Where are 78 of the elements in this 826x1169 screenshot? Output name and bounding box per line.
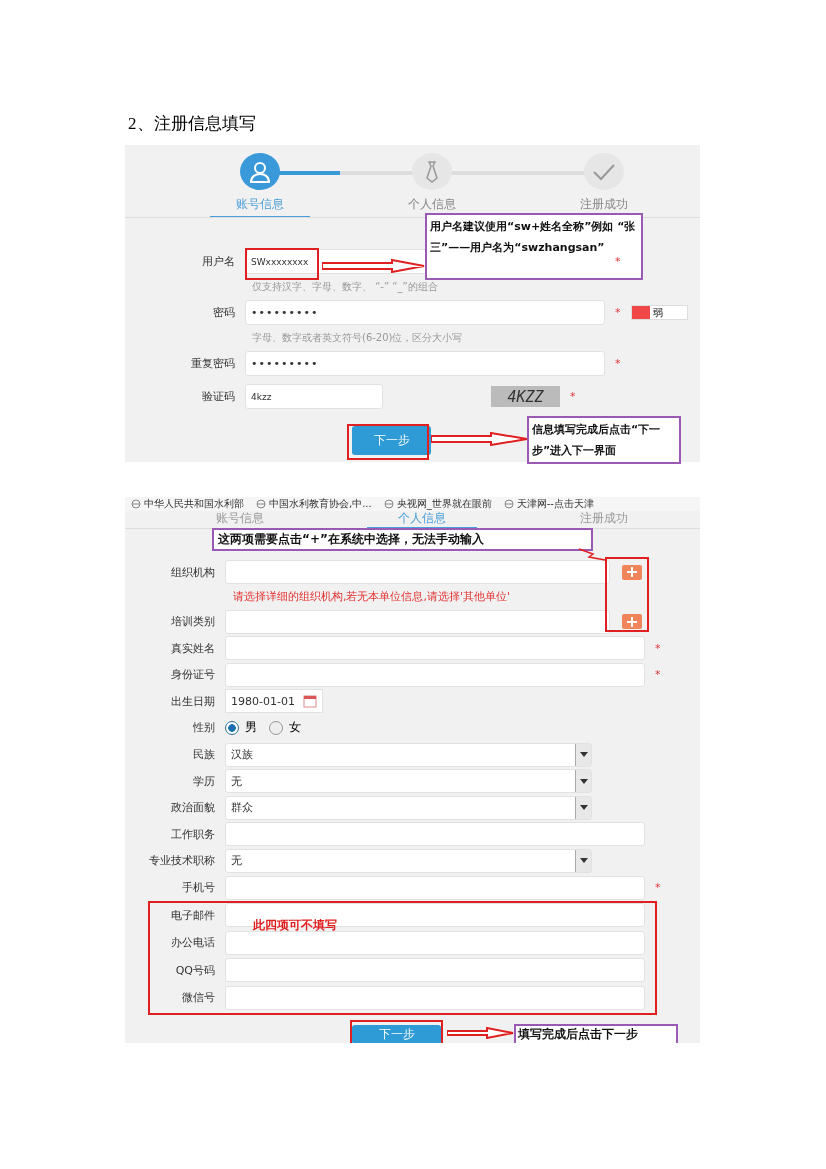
- required-mark: *: [655, 881, 661, 895]
- field-label: 政治面貌: [170, 800, 215, 816]
- plus-icon: [626, 615, 638, 628]
- input-field[interactable]: [225, 875, 645, 900]
- field-hint: 仅支持汉字、字母、数字、 “-” “_”的组合: [251, 280, 439, 295]
- required-mark: *: [655, 641, 661, 655]
- globe-icon: [383, 499, 394, 509]
- input-field[interactable]: [225, 560, 610, 584]
- required-mark: *: [570, 390, 576, 403]
- tie-icon: [423, 159, 441, 184]
- radio-option[interactable]: 女: [269, 719, 301, 737]
- plus-icon: [626, 566, 638, 578]
- user-icon: [248, 159, 272, 184]
- input-field[interactable]: [225, 930, 645, 955]
- check-icon: [592, 162, 616, 181]
- dropdown[interactable]: 群众: [225, 795, 592, 820]
- caret-icon: [579, 752, 588, 758]
- field-label: 微信号: [181, 990, 215, 1006]
- captcha-image[interactable]: 4KZZ: [491, 386, 560, 407]
- input-field[interactable]: [225, 636, 645, 661]
- password-field[interactable]: •••••••••: [245, 351, 605, 376]
- radio-option[interactable]: 男: [225, 719, 257, 737]
- field-label: 用户名: [201, 254, 235, 269]
- note-tooltip: 信息填写完成后点击“下一步”进入下一界面: [527, 416, 681, 464]
- date-value: 1980-01-01: [231, 694, 295, 708]
- field-label: 性别: [192, 720, 215, 736]
- field-label: 电子邮件: [170, 907, 215, 923]
- field-label: 身份证号: [170, 667, 215, 683]
- field-label: 培训类别: [170, 614, 215, 630]
- field-label: 工作职务: [170, 826, 215, 842]
- globe-icon: [256, 499, 266, 509]
- bookmark-link[interactable]: 中华人民共和国水利部: [131, 497, 244, 511]
- field-label: 出生日期: [170, 693, 215, 709]
- caret-icon: [579, 805, 588, 811]
- add-button[interactable]: [622, 564, 642, 580]
- bookmark-link[interactable]: 中国水利教育协会,中...: [256, 497, 372, 511]
- input-field[interactable]: [225, 662, 645, 687]
- field-label: 专业技术职称: [148, 853, 215, 869]
- caret-icon: [579, 858, 588, 864]
- required-mark: *: [615, 255, 621, 268]
- section-heading: 2、注册信息填写: [127, 113, 257, 135]
- field-label: QQ号码: [174, 962, 215, 978]
- required-mark: *: [615, 306, 621, 319]
- field-label: 重复密码: [190, 356, 235, 371]
- input-field[interactable]: 4kzz: [245, 384, 383, 409]
- date-field[interactable]: 1980-01-01: [225, 689, 323, 714]
- field-label: 民族: [192, 747, 215, 763]
- caret-icon: [579, 778, 588, 784]
- dropdown[interactable]: 无: [225, 769, 592, 794]
- calendar-icon[interactable]: [303, 694, 317, 709]
- strength-label: 弱: [652, 305, 663, 320]
- add-button[interactable]: [622, 614, 642, 630]
- group-note: 此四项可不填写: [253, 917, 337, 935]
- note-tooltip: 这两项需要点击“+”在系统中选择，无法手动输入: [212, 528, 593, 551]
- field-label: 办公电话: [170, 935, 215, 951]
- globe-icon: [131, 499, 141, 509]
- input-field[interactable]: [225, 609, 610, 634]
- input-field[interactable]: [225, 958, 645, 983]
- field-hint: 字母、数字或者英文符号(6-20)位，区分大小写: [251, 331, 464, 345]
- bookmark-link[interactable]: 央视网_世界就在眼前: [383, 497, 492, 511]
- field-label: 密码: [212, 305, 235, 320]
- field-label: 手机号: [181, 880, 215, 896]
- field-label: 组织机构: [170, 564, 215, 580]
- bookmark-link[interactable]: 天津网--点击天津: [503, 497, 594, 511]
- field-label: 学历: [192, 773, 215, 789]
- input-field[interactable]: [225, 822, 645, 847]
- note-tooltip: 填写完成后点击下一步: [514, 1024, 678, 1043]
- required-mark: *: [615, 357, 621, 370]
- password-field[interactable]: •••••••••: [245, 300, 605, 325]
- field-label: 验证码: [201, 389, 235, 404]
- required-mark: *: [655, 668, 661, 682]
- field-warning: 请选择详细的组织机构,若无本单位信息,请选择'其他单位': [232, 588, 512, 605]
- dropdown[interactable]: 汉族: [225, 742, 592, 767]
- input-field[interactable]: [225, 985, 645, 1010]
- field-label: 真实姓名: [170, 640, 215, 656]
- dropdown[interactable]: 无: [225, 848, 592, 873]
- arrow: [447, 1027, 515, 1039]
- globe-icon: [503, 499, 514, 509]
